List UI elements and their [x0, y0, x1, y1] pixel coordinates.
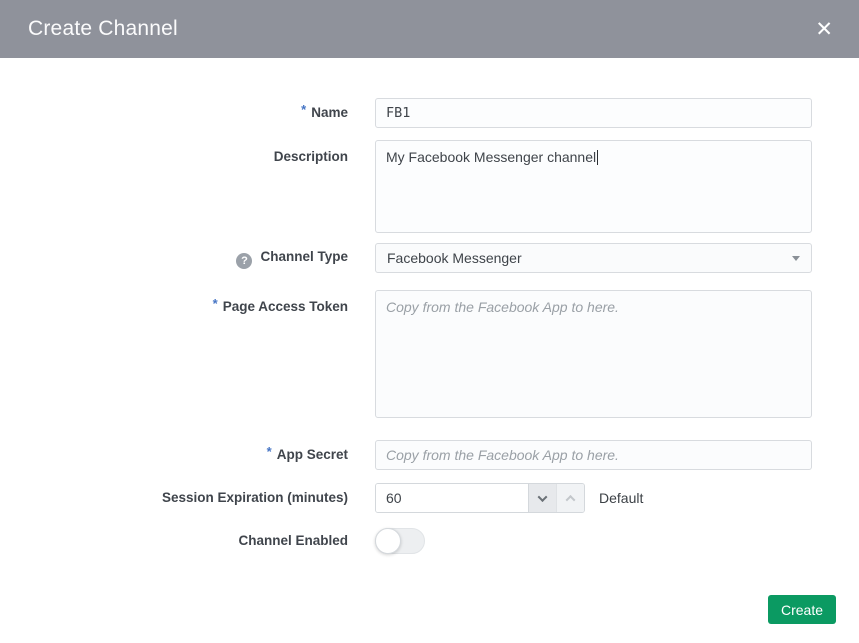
form-row-page-access-token: * Page Access Token — [0, 290, 859, 423]
help-icon[interactable]: ? — [236, 253, 252, 269]
name-label: Name — [311, 105, 348, 120]
page-access-token-input[interactable] — [375, 290, 812, 418]
app-secret-label: App Secret — [277, 447, 348, 462]
app-secret-input[interactable] — [375, 440, 812, 470]
description-input[interactable]: My Facebook Messenger channel — [375, 140, 812, 233]
channel-type-label: Channel Type — [260, 249, 348, 264]
dialog-title: Create Channel — [28, 17, 178, 41]
channel-type-select[interactable]: Facebook Messenger — [375, 243, 812, 273]
required-asterisk: * — [267, 444, 272, 459]
toggle-knob — [375, 528, 401, 554]
form-row-session-expiration: Session Expiration (minutes) Default — [0, 483, 859, 513]
page-access-token-label-cell: * Page Access Token — [0, 290, 348, 316]
channel-enabled-label-cell: Channel Enabled — [0, 532, 348, 550]
session-expiration-default-hint: Default — [599, 490, 643, 506]
description-value: My Facebook Messenger channel — [386, 149, 596, 165]
channel-enabled-label: Channel Enabled — [238, 533, 348, 548]
dialog-footer: Create — [0, 595, 859, 624]
chevron-down-icon — [538, 492, 548, 502]
description-label-cell: Description — [0, 140, 348, 166]
form-row-channel-type: ? Channel Type Facebook Messenger — [0, 243, 859, 273]
stepper-decrement-button[interactable] — [528, 484, 556, 512]
form-body: * Name Description My Facebook Messenger … — [0, 58, 859, 624]
channel-type-value: Facebook Messenger — [387, 250, 522, 266]
session-expiration-stepper — [375, 483, 585, 513]
close-icon[interactable]: ✕ — [813, 15, 835, 44]
app-secret-label-cell: * App Secret — [0, 446, 348, 464]
stepper-increment-button[interactable] — [556, 484, 584, 512]
form-row-description: Description My Facebook Messenger channe… — [0, 140, 859, 233]
channel-type-label-cell: ? Channel Type — [0, 248, 348, 269]
page-access-token-label: Page Access Token — [223, 299, 348, 314]
create-channel-dialog: Create Channel ✕ * Name Description My Fa… — [0, 0, 859, 643]
form-row-name: * Name — [0, 98, 859, 128]
chevron-up-icon — [566, 494, 576, 504]
name-label-cell: * Name — [0, 104, 348, 122]
name-input[interactable] — [375, 98, 812, 128]
session-expiration-input[interactable] — [376, 484, 528, 512]
session-expiration-label-cell: Session Expiration (minutes) — [0, 489, 348, 507]
form-row-app-secret: * App Secret — [0, 440, 859, 470]
required-asterisk: * — [301, 102, 306, 117]
required-asterisk: * — [213, 296, 218, 311]
form-row-channel-enabled: Channel Enabled — [0, 528, 859, 554]
session-expiration-label: Session Expiration (minutes) — [162, 490, 348, 505]
description-label: Description — [274, 149, 348, 164]
create-button[interactable]: Create — [768, 595, 836, 624]
dropdown-caret-icon — [792, 256, 800, 261]
text-cursor — [597, 150, 598, 165]
dialog-header: Create Channel ✕ — [0, 0, 859, 58]
channel-enabled-toggle[interactable] — [375, 528, 425, 554]
